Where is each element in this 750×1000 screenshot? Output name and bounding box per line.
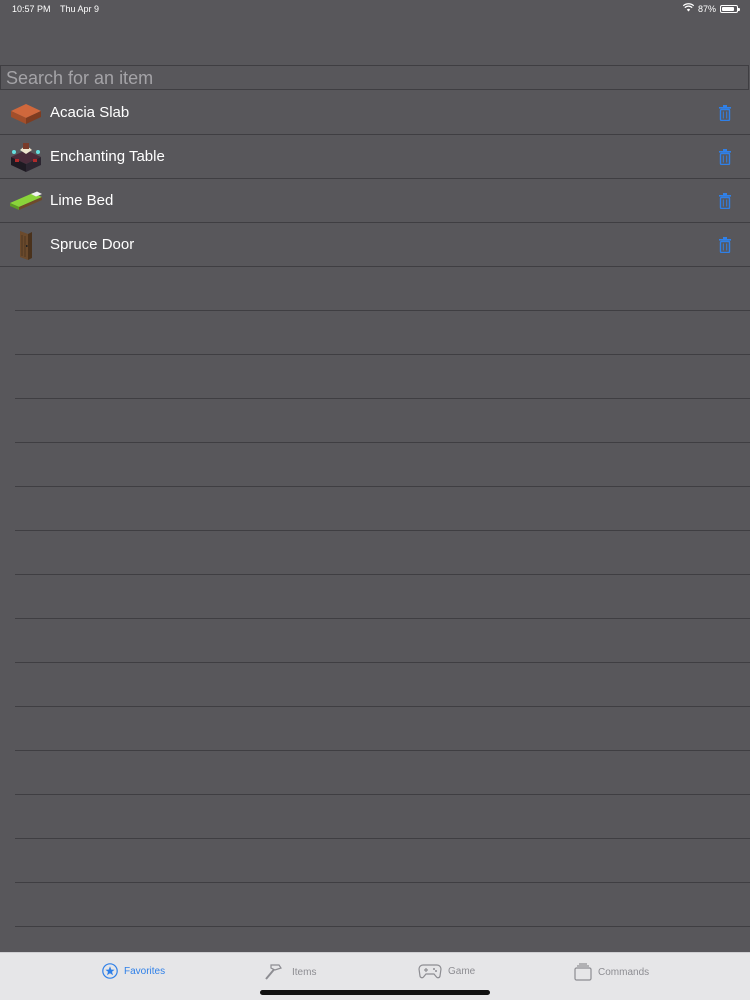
stack-icon bbox=[574, 963, 592, 981]
search-bar[interactable] bbox=[0, 65, 749, 90]
list-item[interactable]: Lime Bed bbox=[0, 179, 750, 223]
empty-row bbox=[15, 355, 750, 399]
tab-items[interactable]: Items bbox=[264, 963, 316, 981]
favorites-list: Acacia Slab Enchanting Table Lime Bed Sp… bbox=[0, 91, 750, 927]
trash-icon[interactable] bbox=[719, 149, 731, 166]
empty-row bbox=[15, 311, 750, 355]
empty-row bbox=[15, 531, 750, 575]
star-icon bbox=[102, 963, 118, 979]
tab-label: Game bbox=[448, 965, 476, 977]
empty-row bbox=[15, 663, 750, 707]
item-name: Enchanting Table bbox=[50, 148, 165, 165]
empty-row bbox=[15, 487, 750, 531]
tab-game[interactable]: Game bbox=[418, 963, 475, 979]
tab-commands[interactable]: Commands bbox=[574, 963, 649, 981]
status-right: 87% bbox=[682, 3, 740, 14]
gamepad-icon bbox=[418, 963, 442, 979]
item-name: Spruce Door bbox=[50, 236, 135, 253]
empty-row bbox=[15, 575, 750, 619]
hammer-icon bbox=[264, 963, 286, 981]
trash-icon[interactable] bbox=[719, 193, 731, 210]
list-item[interactable]: Enchanting Table bbox=[0, 135, 750, 179]
list-item[interactable]: Acacia Slab bbox=[0, 91, 750, 135]
empty-row bbox=[15, 707, 750, 751]
tab-label: Commands bbox=[598, 966, 650, 978]
empty-row bbox=[15, 267, 750, 311]
tab-label: Items bbox=[292, 966, 317, 978]
empty-row bbox=[15, 795, 750, 839]
tab-label: Favorites bbox=[124, 965, 166, 977]
lime-bed-icon bbox=[9, 185, 43, 217]
list-item[interactable]: Spruce Door bbox=[0, 223, 750, 267]
spruce-door-icon bbox=[9, 229, 43, 261]
trash-icon[interactable] bbox=[719, 237, 731, 254]
empty-row bbox=[15, 883, 750, 927]
item-name: Lime Bed bbox=[50, 192, 114, 209]
empty-row bbox=[15, 619, 750, 663]
enchanting-table-icon bbox=[9, 141, 43, 173]
acacia-slab-icon bbox=[9, 97, 43, 129]
battery-percent: 87% bbox=[697, 3, 716, 14]
status-date: Thu Apr 9 bbox=[60, 4, 100, 14]
item-name: Acacia Slab bbox=[50, 104, 130, 121]
empty-row bbox=[15, 751, 750, 795]
search-input[interactable] bbox=[6, 67, 748, 90]
empty-row bbox=[15, 839, 750, 883]
wifi-icon bbox=[682, 3, 695, 14]
empty-row bbox=[15, 443, 750, 487]
status-bar: 10:57 PM Thu Apr 9 87% bbox=[0, 0, 750, 18]
status-time: 10:57 PM bbox=[12, 4, 51, 14]
home-indicator[interactable] bbox=[260, 990, 490, 995]
trash-icon[interactable] bbox=[719, 105, 731, 122]
tab-favorites[interactable]: Favorites bbox=[102, 963, 165, 979]
battery-icon bbox=[720, 4, 740, 13]
empty-row bbox=[15, 399, 750, 443]
